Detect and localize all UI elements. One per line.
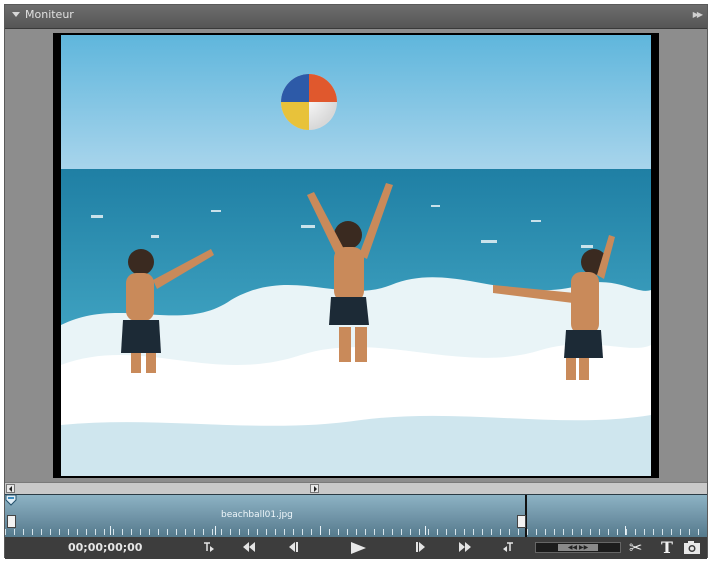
go-to-out-point-button[interactable] (457, 541, 473, 556)
split-clip-button[interactable]: ✂ (629, 538, 642, 557)
camera-icon (684, 541, 700, 554)
video-preview (61, 35, 651, 476)
video-frame (53, 33, 659, 478)
set-in-point-icon (204, 542, 214, 552)
timeline-major-tick (425, 526, 426, 535)
fast-forward-icon (459, 542, 471, 552)
scroll-left-icon (9, 486, 12, 492)
set-out-point-icon (503, 542, 513, 552)
step-back-button[interactable] (285, 541, 301, 556)
play-icon (351, 542, 366, 554)
step-forward-icon (416, 542, 425, 552)
set-out-point-button[interactable] (500, 541, 516, 556)
monitor-scrollbar[interactable] (5, 482, 707, 494)
collapse-triangle-icon[interactable] (12, 12, 20, 17)
out-point-marker[interactable] (517, 515, 526, 528)
timeline-major-tick (625, 526, 626, 535)
scroll-right-icon (314, 486, 317, 492)
panel-title-bar: Moniteur ▶▶ (5, 5, 707, 29)
step-forward-button[interactable] (413, 541, 429, 556)
step-back-icon (289, 542, 298, 552)
set-in-point-button[interactable] (201, 541, 217, 556)
clip-name-label: beachball01.jpg (221, 510, 293, 520)
play-button[interactable] (348, 541, 368, 558)
shuttle-knob-icon[interactable]: ◀◀ ▶▶ (558, 544, 598, 551)
shuttle-slider[interactable]: ◀◀ ▶▶ (535, 542, 621, 553)
timeline-major-tick (110, 526, 111, 535)
add-text-button[interactable]: T (661, 538, 673, 557)
text-tool-icon: T (661, 538, 673, 557)
in-point-marker[interactable] (7, 515, 16, 528)
panel-menu-icon[interactable]: ▶▶ (693, 10, 703, 19)
rewind-icon (243, 542, 255, 552)
timeline-major-tick (320, 526, 321, 535)
scissors-icon: ✂ (629, 538, 643, 557)
timeline-major-tick (215, 526, 216, 535)
clip-timeline[interactable]: beachball01.jpg (5, 494, 707, 537)
panel-title: Moniteur (25, 8, 74, 21)
go-to-in-point-button[interactable] (241, 541, 257, 556)
scroll-left-button[interactable] (6, 484, 15, 493)
transport-controls: 00;00;00;00 ◀◀ ▶▶ ✂ T (5, 537, 707, 559)
playhead-icon[interactable] (5, 494, 17, 506)
timecode-display[interactable]: 00;00;00;00 (68, 541, 142, 554)
monitor-panel: Moniteur ▶▶ beachball01.jpg 00;00;00;00 … (4, 4, 708, 559)
freeze-frame-button[interactable] (683, 540, 701, 559)
beach-scene-image (61, 35, 651, 476)
scroll-thumb[interactable] (310, 484, 319, 493)
